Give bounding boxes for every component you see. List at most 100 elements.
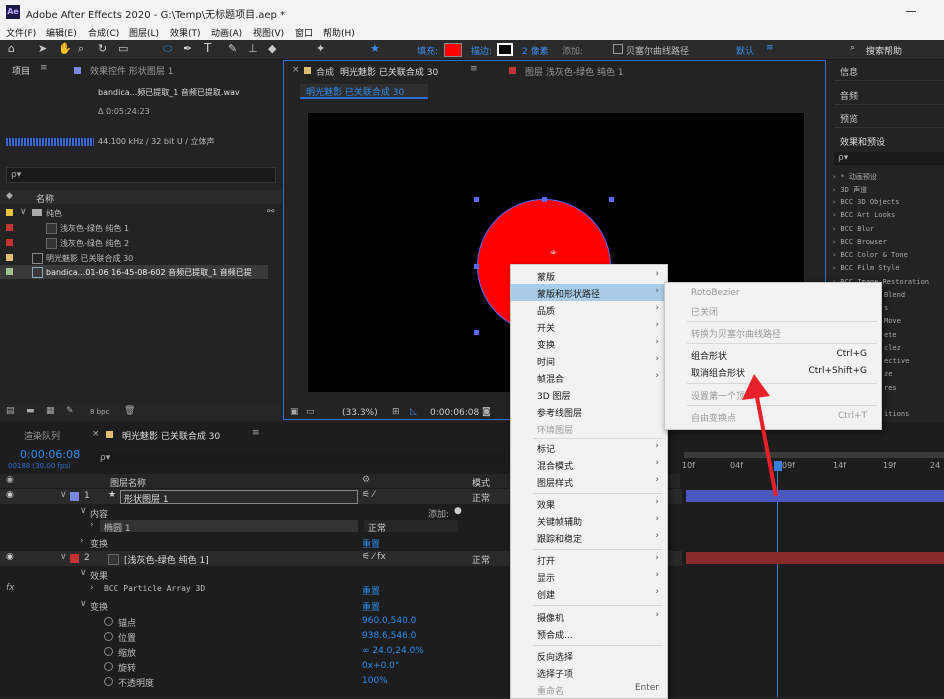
bpc-label[interactable]: 8 bpc [90, 408, 109, 416]
pen-tool-icon[interactable]: ✒ [183, 42, 192, 55]
tab-preview[interactable]: 预览 [840, 112, 858, 125]
preset-item[interactable]: Move [884, 317, 944, 325]
table-row[interactable]: ∨ 内容 添加: ● [0, 505, 510, 520]
expand-arrow-icon[interactable]: › [90, 583, 94, 593]
menu-item-select-children[interactable]: 选择子项 [511, 664, 667, 681]
menu-window[interactable]: 窗口 [295, 26, 313, 39]
menu-item-3d-layer[interactable]: 3D 图层 [511, 386, 667, 403]
table-row[interactable]: › 变换 重置 [0, 535, 510, 550]
fx-switch-icon[interactable]: ⚟ ⁄ fx [362, 552, 386, 562]
layer-mode[interactable]: 正常 [472, 553, 490, 566]
timeline-search-input[interactable]: ρ▾ [96, 451, 506, 465]
flowchart-icon[interactable]: ⚯ [267, 207, 275, 217]
property-value[interactable]: 938.6,546.0 [362, 631, 416, 641]
file-name[interactable]: bandica...频已提取_1 音频已提取.wav [98, 87, 240, 98]
menu-item-open[interactable]: 打开 › [511, 551, 667, 568]
property-row[interactable]: 不透明度 100% [0, 674, 510, 689]
workspace-default[interactable]: 默认 [736, 44, 754, 57]
property-value[interactable]: 0x+0.0° [362, 661, 399, 671]
panel-menu-icon[interactable]: ≡ [470, 64, 478, 74]
menu-item-layer-styles[interactable]: 图层样式 › [511, 473, 667, 490]
expand-arrow-icon[interactable]: ∨ [20, 207, 27, 217]
bbox-handle[interactable] [474, 264, 479, 269]
switches-icon[interactable]: ⚟ ⁄ [362, 490, 374, 500]
bezier-checkbox[interactable] [613, 44, 623, 54]
reset-link[interactable]: 重置 [362, 537, 380, 550]
layer1-track-bar[interactable] [686, 490, 944, 502]
preset-item[interactable]: › BCC Blur [832, 225, 944, 233]
menu-item-markers[interactable]: 标记 › [511, 439, 667, 456]
menu-composition[interactable]: 合成(C) [88, 26, 119, 39]
expand-arrow-icon[interactable]: ∨ [80, 506, 87, 516]
tab-effects-presets[interactable]: 效果和预设 [840, 135, 885, 148]
col-layer-name[interactable]: 图层名称 [110, 476, 146, 489]
preset-item[interactable]: itions [884, 410, 944, 418]
list-item[interactable]: 浅灰色-绿色 纯色 1 [0, 221, 282, 235]
ellipse-tool-icon[interactable]: ⬭ [163, 42, 172, 56]
menu-item-quality[interactable]: 品质 › [511, 301, 667, 318]
layer2-track-bar[interactable] [686, 552, 944, 564]
preset-item[interactable]: clez [884, 344, 944, 352]
preset-item[interactable]: › * 动画预设 [832, 172, 944, 182]
table-row[interactable]: ∨ 效果 [0, 567, 510, 582]
property-row[interactable]: 旋转 0x+0.0° [0, 659, 510, 674]
preset-item[interactable]: Blend [884, 291, 944, 299]
menu-item-mask-shape-path[interactable]: 蒙版和形状路径 › [511, 284, 667, 301]
tab-composition[interactable]: 明光魅影 已关联合成 30 [340, 65, 438, 78]
anchor-point-icon[interactable]: ⌖ [550, 245, 557, 260]
expand-arrow-icon[interactable]: ∨ [80, 568, 87, 578]
menu-item-camera[interactable]: 摄像机 › [511, 608, 667, 625]
eraser-tool-icon[interactable]: ◆ [268, 42, 276, 55]
mask-icon[interactable]: ◺ [410, 407, 417, 417]
minimize-icon[interactable] [906, 11, 916, 12]
snapshot-icon[interactable]: ◙ [482, 407, 491, 417]
stopwatch-icon[interactable] [104, 632, 113, 641]
camera-tool-icon[interactable]: ▭ [118, 42, 128, 55]
reset-link[interactable]: 重置 [362, 584, 380, 597]
preset-item[interactable]: ete [884, 331, 944, 339]
submenu-item-group-shapes[interactable]: 组合形状 Ctrl+G [665, 346, 881, 363]
preset-item[interactable]: › BCC Film Style [832, 264, 944, 272]
property-value[interactable]: 100% [362, 676, 388, 686]
col-mode[interactable]: 模式 [472, 476, 490, 489]
menu-item-reveal[interactable]: 显示 › [511, 568, 667, 585]
menu-item-frame-blending[interactable]: 帧混合 › [511, 369, 667, 386]
stroke-width[interactable]: 2 像素 [522, 44, 549, 57]
brush-tool-icon[interactable]: ✎ [228, 42, 237, 55]
property-row[interactable]: 位置 938.6,546.0 [0, 629, 510, 644]
expand-arrow-icon[interactable]: › [90, 520, 94, 530]
tab-audio[interactable]: 音频 [840, 89, 858, 102]
zoom-tool-icon[interactable]: ⌕ [78, 42, 84, 56]
menu-item-transform[interactable]: 变换 › [511, 335, 667, 352]
menu-item-time[interactable]: 时间 › [511, 352, 667, 369]
table-row[interactable]: fx › BCC Particle Array 3D 重置 [0, 582, 510, 597]
ellipse-mode-select[interactable]: 正常 [364, 520, 458, 534]
star-icon[interactable]: ★ [370, 42, 380, 55]
eye-icon[interactable]: ◉ [6, 552, 14, 562]
puppet-tool-icon[interactable]: ✦ [316, 42, 325, 55]
menu-view[interactable]: 视图(V) [253, 26, 284, 39]
timeline-timecode[interactable]: 0:00:06:08 [20, 448, 80, 461]
property-row[interactable]: 锚点 960.0,540.0 [0, 614, 510, 629]
table-row[interactable]: ∨ 变换 重置 [0, 598, 510, 613]
preset-item[interactable]: s [884, 304, 944, 312]
preset-item[interactable]: › BCC 3D Objects [832, 198, 944, 206]
menu-layer[interactable]: 图层(L) [129, 26, 159, 39]
layer-name[interactable]: [浅灰色-绿色 纯色 1] [124, 553, 209, 566]
menu-effect[interactable]: 效果(T) [170, 26, 201, 39]
stamp-tool-icon[interactable]: ⊥ [248, 42, 258, 55]
work-area-bar[interactable] [684, 452, 944, 458]
menu-file[interactable]: 文件(F) [6, 26, 36, 39]
home-icon[interactable]: ⌂ [8, 42, 15, 55]
menu-item-effect[interactable]: 效果 › [511, 495, 667, 512]
hand-tool-icon[interactable]: ✋ [58, 42, 72, 55]
workspace-menu-icon[interactable]: ≡ [766, 43, 774, 53]
preset-item[interactable]: res [884, 384, 944, 392]
label-swatch[interactable] [70, 554, 79, 563]
list-item[interactable]: bandica...01-06 16-45-08-602 音频已提取_1 音频已… [0, 265, 268, 279]
search-help-input[interactable]: 搜索帮助 [866, 44, 902, 57]
interpret-footage-icon[interactable]: ▤ [6, 406, 15, 416]
menu-help[interactable]: 帮助(H) [323, 26, 355, 39]
menu-item-blending-mode[interactable]: 混合模式 › [511, 456, 667, 473]
preset-item[interactable]: ze [884, 370, 944, 378]
